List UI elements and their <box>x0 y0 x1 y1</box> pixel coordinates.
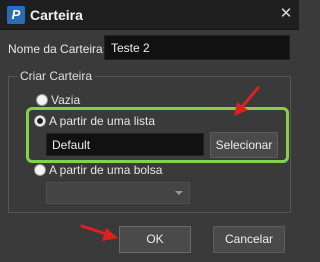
cancel-button[interactable]: Cancelar <box>213 226 285 253</box>
window-title: Carteira <box>30 7 83 23</box>
create-wallet-group-title: Criar Carteira <box>17 69 96 83</box>
radio-from-exchange-label: A partir de uma bolsa <box>49 163 163 177</box>
radio-empty-label: Vazia <box>51 93 81 107</box>
exchange-dropdown[interactable] <box>46 182 190 204</box>
wallet-name-label: Nome da Carteira: <box>8 42 107 56</box>
app-logo-icon: P <box>7 6 25 24</box>
wallet-name-input[interactable] <box>104 35 290 60</box>
radio-empty[interactable] <box>36 94 48 106</box>
select-list-button[interactable]: Selecionar <box>210 132 278 158</box>
close-icon[interactable]: ✕ <box>279 6 293 22</box>
chevron-down-icon <box>175 191 183 195</box>
radio-from-list[interactable] <box>34 115 46 127</box>
list-name-input[interactable] <box>46 133 204 156</box>
radio-from-list-label: A partir de uma lista <box>49 114 156 128</box>
title-bar: P Carteira ✕ <box>0 0 299 30</box>
ok-button[interactable]: OK <box>119 226 191 253</box>
pointer-arrow-icon <box>80 224 118 241</box>
pointer-arrow-icon <box>234 86 260 116</box>
radio-from-exchange[interactable] <box>34 164 46 176</box>
